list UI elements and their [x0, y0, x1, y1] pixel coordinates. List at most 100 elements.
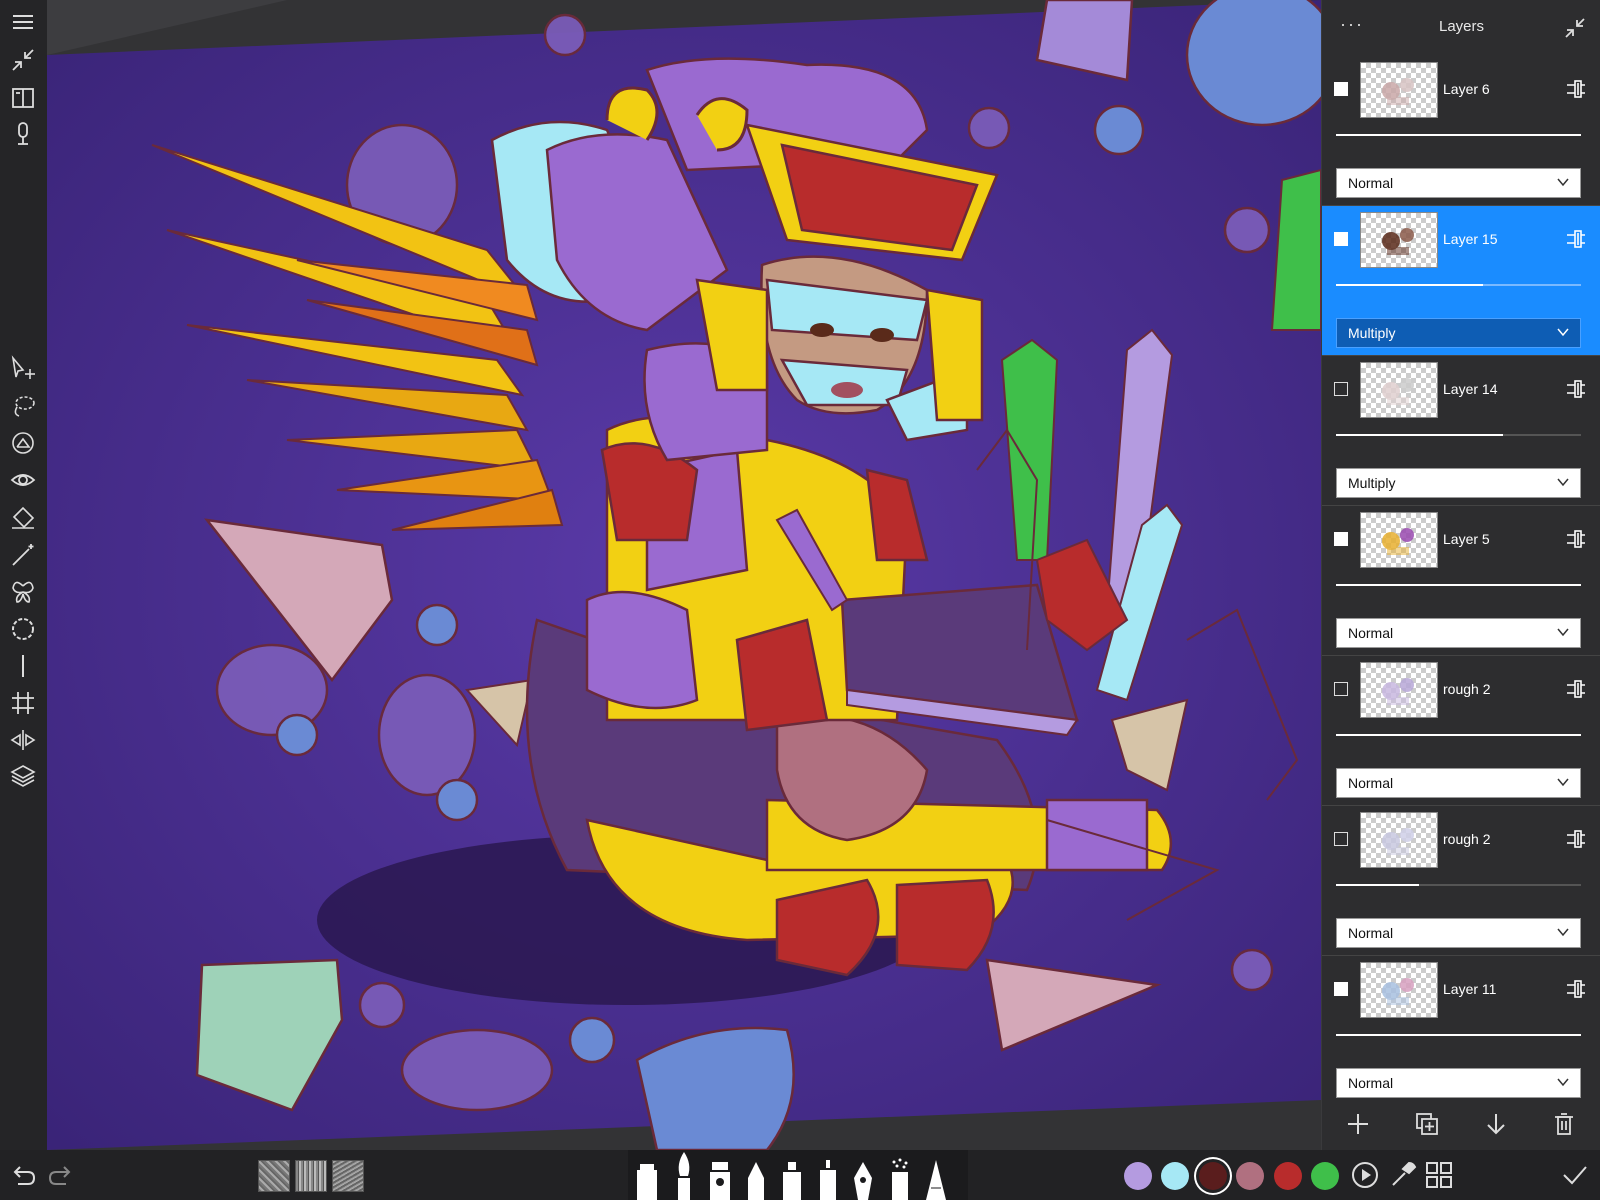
fineliner-brush[interactable] — [816, 1158, 840, 1200]
blend-mode-dropdown[interactable]: Normal — [1336, 918, 1581, 948]
eyedropper-icon[interactable] — [1388, 1160, 1418, 1190]
playback-icon[interactable] — [1350, 1160, 1380, 1190]
calligraphy-pen-brush[interactable] — [850, 1160, 876, 1200]
brush-tray — [628, 1150, 968, 1200]
layer-properties-icon[interactable] — [1565, 678, 1587, 700]
lasso-icon[interactable] — [5, 390, 41, 422]
layer-visibility-checkbox[interactable] — [1334, 832, 1348, 846]
perspective-grid-icon[interactable] — [5, 687, 41, 719]
ruler-icon[interactable] — [5, 427, 41, 459]
confirm-check-icon[interactable] — [1560, 1160, 1590, 1190]
pencil-sharp-brush[interactable] — [924, 1158, 948, 1200]
pencil-brush[interactable] — [744, 1160, 768, 1200]
menu-icon[interactable] — [5, 6, 41, 38]
layer-visibility-checkbox[interactable] — [1334, 682, 1348, 696]
merge-down-icon[interactable] — [1482, 1110, 1510, 1138]
transform-select-icon[interactable] — [5, 352, 41, 384]
fullscreen-collapse-icon[interactable] — [5, 44, 41, 76]
blend-mode-dropdown[interactable]: Multiply — [1336, 318, 1581, 348]
color-swatch-green[interactable] — [1311, 1162, 1339, 1190]
book-icon[interactable] — [5, 82, 41, 114]
layer-visibility-checkbox[interactable] — [1334, 232, 1348, 246]
texture-3[interactable] — [332, 1160, 364, 1192]
layer-visibility-checkbox[interactable] — [1334, 532, 1348, 546]
color-swatch-red[interactable] — [1274, 1162, 1302, 1190]
blend-mode-dropdown[interactable]: Normal — [1336, 618, 1581, 648]
eye-icon[interactable] — [5, 464, 41, 496]
delete-layer-icon[interactable] — [1550, 1110, 1578, 1138]
symmetry-butterfly-icon[interactable] — [5, 576, 41, 608]
layer-properties-icon[interactable] — [1565, 228, 1587, 250]
magic-wand-icon[interactable] — [5, 539, 41, 571]
paintbrush-brush[interactable] — [672, 1150, 696, 1200]
collapse-panel-icon[interactable] — [1563, 16, 1587, 40]
color-swatch-light-cyan[interactable] — [1161, 1162, 1189, 1190]
texture-1[interactable] — [258, 1160, 290, 1192]
color-swatch-dark-maroon[interactable] — [1199, 1162, 1227, 1190]
layer-thumbnail[interactable] — [1360, 62, 1438, 118]
layer-visibility-checkbox[interactable] — [1334, 382, 1348, 396]
blend-mode-dropdown[interactable]: Normal — [1336, 1068, 1581, 1098]
layer-row[interactable]: Layer 15 Multiply — [1322, 206, 1600, 356]
blend-mode-dropdown[interactable]: Normal — [1336, 768, 1581, 798]
microphone-icon[interactable] — [5, 118, 41, 150]
layers-icon[interactable] — [5, 760, 41, 792]
layer-opacity-slider[interactable] — [1336, 434, 1581, 436]
layer-thumbnail[interactable] — [1360, 212, 1438, 268]
layer-properties-icon[interactable] — [1565, 378, 1587, 400]
blend-mode-value: Normal — [1348, 1075, 1394, 1091]
layer-thumbnail[interactable] — [1360, 662, 1438, 718]
layer-row[interactable]: rough 2 Normal — [1322, 806, 1600, 956]
layer-opacity-slider[interactable] — [1336, 134, 1581, 136]
layer-name[interactable]: Layer 5 — [1443, 531, 1490, 547]
line-guide-icon[interactable] — [5, 650, 41, 682]
layer-name[interactable]: rough 2 — [1443, 681, 1490, 697]
layer-visibility-checkbox[interactable] — [1334, 982, 1348, 996]
layer-name[interactable]: rough 2 — [1443, 831, 1490, 847]
blend-mode-value: Multiply — [1348, 325, 1396, 341]
layer-name[interactable]: Layer 11 — [1443, 981, 1496, 997]
layer-visibility-checkbox[interactable] — [1334, 82, 1348, 96]
layer-row[interactable]: Layer 11 Normal — [1322, 956, 1600, 1098]
blend-mode-value: Normal — [1348, 925, 1394, 941]
layer-properties-icon[interactable] — [1565, 978, 1587, 1000]
layer-row[interactable]: Layer 6 Normal — [1322, 56, 1600, 206]
layer-thumbnail[interactable] — [1360, 962, 1438, 1018]
duplicate-layer-icon[interactable] — [1413, 1110, 1441, 1138]
layer-name[interactable]: Layer 15 — [1443, 231, 1497, 247]
blend-mode-dropdown[interactable]: Multiply — [1336, 468, 1581, 498]
color-swatch-dusty-rose[interactable] — [1236, 1162, 1264, 1190]
layer-name[interactable]: Layer 14 — [1443, 381, 1497, 397]
layer-properties-icon[interactable] — [1565, 828, 1587, 850]
layer-opacity-slider[interactable] — [1336, 584, 1581, 586]
layer-opacity-slider[interactable] — [1336, 1034, 1581, 1036]
grid-view-icon[interactable] — [1424, 1160, 1454, 1190]
undo-icon[interactable] — [8, 1160, 38, 1190]
circle-guide-icon[interactable] — [5, 613, 41, 645]
layer-row[interactable]: rough 2 Normal — [1322, 656, 1600, 806]
blend-mode-dropdown[interactable]: Normal — [1336, 168, 1581, 198]
layer-opacity-slider[interactable] — [1336, 884, 1581, 886]
marker-brush[interactable] — [634, 1160, 660, 1200]
redo-icon[interactable] — [46, 1160, 76, 1190]
layer-row[interactable]: Layer 5 Normal — [1322, 506, 1600, 656]
texture-2[interactable] — [295, 1160, 327, 1192]
left-toolbar — [0, 0, 47, 1150]
layer-thumbnail[interactable] — [1360, 512, 1438, 568]
layer-opacity-slider[interactable] — [1336, 284, 1581, 286]
layer-name[interactable]: Layer 6 — [1443, 81, 1490, 97]
flip-icon[interactable] — [5, 724, 41, 756]
fill-bucket-icon[interactable] — [5, 502, 41, 534]
highlighter-brush[interactable] — [780, 1160, 804, 1200]
layer-properties-icon[interactable] — [1565, 78, 1587, 100]
layer-opacity-slider[interactable] — [1336, 734, 1581, 736]
layer-thumbnail[interactable] — [1360, 362, 1438, 418]
layer-thumbnail[interactable] — [1360, 812, 1438, 868]
ink-pen-brush[interactable] — [708, 1158, 732, 1200]
drawing-canvas[interactable] — [47, 0, 1321, 1150]
layer-row[interactable]: Layer 14 Multiply — [1322, 356, 1600, 506]
add-layer-icon[interactable] — [1344, 1110, 1372, 1138]
layer-properties-icon[interactable] — [1565, 528, 1587, 550]
color-swatch-lavender[interactable] — [1124, 1162, 1152, 1190]
airbrush-brush[interactable] — [886, 1158, 914, 1200]
